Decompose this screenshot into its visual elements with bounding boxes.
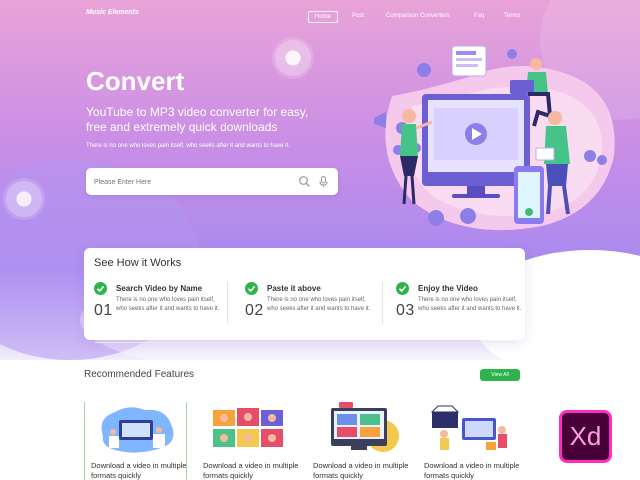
nav-home[interactable]: Home	[308, 11, 339, 23]
check-icon	[245, 282, 258, 295]
microphone-icon[interactable]	[317, 175, 330, 188]
how-it-works-title: See How it Works	[94, 257, 182, 269]
step-title: Enjoy the Video	[418, 284, 478, 293]
step-number: 03	[396, 302, 415, 319]
search-icon[interactable]	[298, 175, 311, 188]
search-input[interactable]	[94, 175, 284, 189]
hero-subtitle: YouTube to MP3 video converter for easy,…	[86, 105, 309, 134]
feature-card[interactable]: Download a video in multiple formats qui…	[84, 402, 187, 480]
feature-thumbnail	[101, 407, 174, 453]
search-bar	[86, 168, 338, 195]
step-3: Enjoy the Video 03 There is no one who l…	[396, 282, 531, 332]
nav-post[interactable]: Post	[346, 11, 370, 21]
step-2: Paste it above 02 There is no one who lo…	[245, 282, 380, 332]
feature-card[interactable]: Download a video in multiple formats qui…	[307, 402, 410, 480]
check-icon	[396, 282, 409, 295]
hero-title: Convert	[86, 66, 185, 96]
how-it-works-card: See How it Works Search Video by Name 01…	[84, 248, 525, 340]
feature-card-text: Download a video in multiple formats qui…	[203, 461, 299, 480]
site-logo[interactable]: Music Elements	[86, 9, 139, 16]
check-icon	[94, 282, 107, 295]
feature-thumbnail	[213, 408, 283, 447]
step-title: Search Video by Name	[116, 284, 203, 293]
hero-tagline: There is no one who loves pain itself, w…	[86, 143, 290, 149]
step-description: There is no one who loves pain itself, w…	[267, 297, 371, 312]
decorative-ring	[3, 178, 45, 220]
divider	[382, 282, 383, 324]
adobe-xd-badge: Xd	[559, 410, 612, 463]
decorative-ring	[272, 37, 314, 79]
step-number: 01	[94, 302, 113, 319]
feature-card-text: Download a video in multiple formats qui…	[313, 461, 409, 480]
feature-thumbnail	[430, 405, 507, 450]
hero-illustration	[374, 45, 615, 231]
feature-card[interactable]: Download a video in multiple formats qui…	[418, 402, 521, 480]
feature-card[interactable]: Download a video in multiple formats qui…	[197, 402, 300, 480]
step-title: Paste it above	[267, 284, 321, 293]
nav-terms[interactable]: Terms	[498, 11, 526, 21]
divider	[227, 282, 228, 324]
feature-thumbnail	[331, 402, 399, 452]
step-1: Search Video by Name 01 There is no one …	[94, 282, 229, 332]
nav-faq[interactable]: Faq	[468, 11, 490, 21]
feature-card-text: Download a video in multiple formats qui…	[91, 461, 187, 480]
view-all-button[interactable]: View All	[480, 369, 520, 381]
step-description: There is no one who loves pain itself, w…	[116, 297, 220, 312]
recommended-title: Recommended Features	[84, 369, 195, 380]
step-description: There is no one who loves pain itself, w…	[418, 297, 522, 312]
nav-comparison-converters[interactable]: Comparison Converters	[380, 11, 455, 21]
feature-card-text: Download a video in multiple formats qui…	[424, 461, 520, 480]
section-divider	[95, 342, 515, 343]
step-number: 02	[245, 302, 264, 319]
